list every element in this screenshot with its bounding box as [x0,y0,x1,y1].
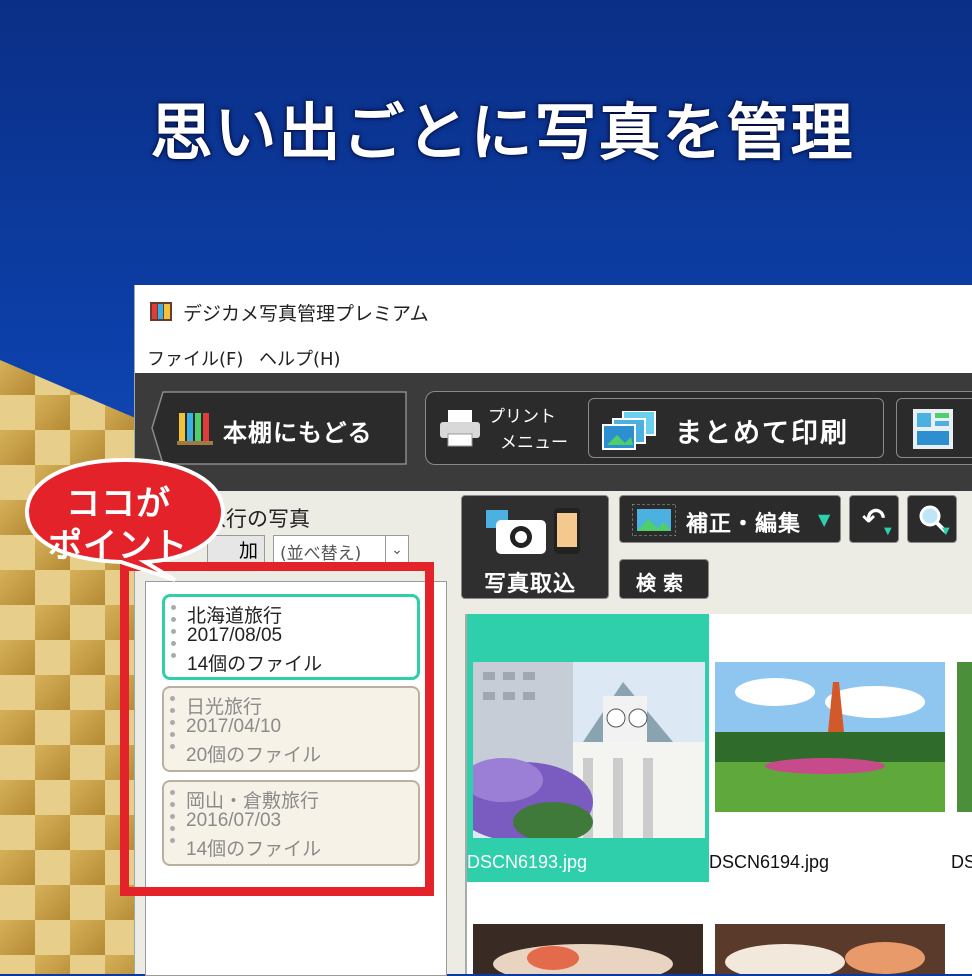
menu-help[interactable]: ヘルプ(H) [259,345,341,371]
thumbnail-item[interactable]: DS [951,614,972,882]
title-bar: デジカメ写真管理プレミアム [135,285,972,337]
menu-bar: ファイル(F) ヘルプ(H) [135,337,972,373]
search-button[interactable]: 検 索 [619,559,709,599]
bookshelf-icon [177,413,213,445]
sushi-photo [715,924,945,974]
print-menu-label-1[interactable]: プリント [488,402,556,427]
food-photo [473,924,703,974]
add-album-label: 加 [238,540,258,562]
back-button-label: 本棚にもどる [223,419,373,447]
partial-photo [957,662,972,812]
thumbnail-filename: DSCN6194.jpg [709,852,830,872]
sort-select[interactable]: (並べ替え) ⌄ [273,535,409,565]
dropdown-triangle-icon: ▼ [942,526,950,537]
batch-print-button[interactable]: まとめて印刷 [588,398,884,458]
sort-select-label: (並べ替え) [280,544,362,564]
thumbnail-item[interactable]: DSCN6193.jpg [467,614,709,882]
batch-photos-icon [602,411,656,450]
print-menu-label-2[interactable]: メニュー [500,428,568,453]
dropdown-triangle-icon: ▼ [884,526,892,537]
app-icon [150,302,172,321]
window-title: デジカメ写真管理プレミアム [183,303,429,325]
menu-file[interactable]: ファイル(F) [147,345,243,371]
layout-print-button[interactable] [896,398,972,458]
camera-icon [486,508,580,554]
import-photos-button[interactable]: 写真取込 [461,495,609,599]
photo-edit-icon [632,504,676,536]
batch-print-label: まとめて印刷 [675,418,849,449]
printer-icon [440,410,480,447]
callout-line-2: ポイント [48,526,188,566]
zoom-button[interactable]: ▼ [907,495,957,543]
dropdown-triangle-icon: ▼ [818,510,831,529]
clock-tower-photo [473,662,705,838]
import-photos-label: 写真取込 [484,572,577,597]
gold-checker-decoration [0,360,140,974]
thumbnail-grid: DSCN6193.jpg DSCN6194.jpg DS [465,614,972,974]
thumbnail-item[interactable]: DSCN6194.jpg [709,614,951,882]
search-label: 検 索 [636,571,683,595]
thumbnail-filename: DSCN6193.jpg [467,852,588,872]
layout-icon [913,409,953,449]
rotate-icon: ↶ [862,502,886,535]
edit-label: 補正・編集 [686,512,802,537]
edit-button[interactable]: 補正・編集 ▼ [619,495,841,543]
print-menu-group: プリント メニュー まとめて印刷 [425,391,972,465]
rotate-button[interactable]: ↶ ▼ [849,495,899,543]
main-toolbar: 本棚にもどる プリント メニュー まとめて印刷 [135,373,972,491]
thumbnail-filename: DS [951,852,972,872]
park-tower-photo [715,662,945,812]
chevron-down-icon: ⌄ [385,536,408,564]
back-to-bookshelf-button[interactable]: 本棚にもどる [151,391,407,465]
headline: 思い出ごとに写真を管理 [150,96,855,169]
highlight-frame [120,562,434,896]
